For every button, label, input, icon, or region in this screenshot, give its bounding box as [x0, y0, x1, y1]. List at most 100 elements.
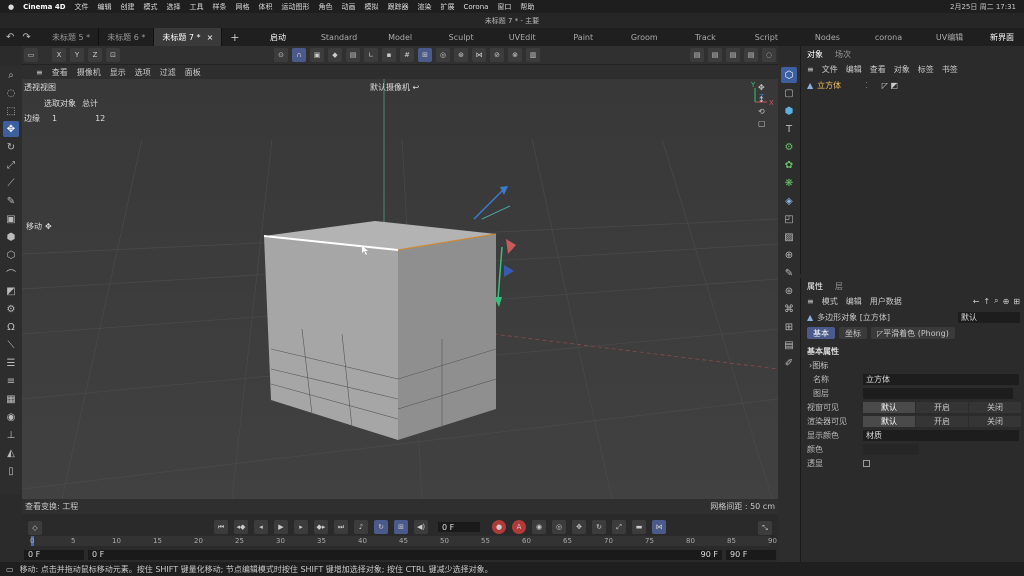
texture-mode-icon[interactable]: ▤	[346, 48, 360, 62]
layer-field[interactable]	[863, 387, 1013, 399]
next-frame-icon[interactable]: ▸	[294, 520, 308, 534]
corona-icon[interactable]: ◌	[762, 48, 776, 62]
bridge-icon[interactable]: ⌒	[3, 265, 19, 281]
close-icon[interactable]: ×	[207, 33, 214, 42]
light-icon[interactable]: ✎	[781, 265, 797, 281]
menu-item[interactable]: 帮助	[520, 2, 534, 12]
subtab-phong[interactable]: ◸ 平滑着色 (Phong)	[871, 327, 955, 339]
tag-icon[interactable]: ⌘	[781, 301, 797, 317]
viewport-maximize-icon[interactable]: ▢	[758, 119, 772, 128]
symmetry-icon[interactable]: ⋈	[472, 48, 486, 62]
objects-menu-item[interactable]: 文件	[822, 64, 838, 75]
layout-tab[interactable]: Script	[736, 28, 797, 46]
apple-icon[interactable]: ●	[8, 3, 14, 11]
picture-viewer-icon[interactable]: ▥	[526, 48, 540, 62]
lock-icon[interactable]: ⊕	[1003, 297, 1010, 306]
menu-lines-icon[interactable]: ≡	[807, 65, 814, 74]
render-off[interactable]: 关闭	[969, 415, 1021, 427]
viewport-pan-icon[interactable]: ✥	[758, 83, 772, 92]
ruler-icon[interactable]: ⊥	[3, 427, 19, 443]
viewport-menu-item[interactable]: 查看	[52, 67, 68, 78]
menu-item[interactable]: 模式	[144, 2, 158, 12]
menu-lines-icon[interactable]: ≡	[36, 68, 43, 77]
tab-objects[interactable]: 对象	[807, 49, 823, 60]
end-frame-field[interactable]: 90 F	[726, 549, 776, 560]
doc-tab-5[interactable]: 未标题 5 *	[44, 28, 100, 46]
viewport-zoom-icon[interactable]: ↕	[758, 95, 772, 104]
record-key-icon[interactable]: ●	[492, 520, 506, 534]
render-settings-icon[interactable]: ⊗	[508, 48, 522, 62]
viewport-toggle-icon[interactable]: ▭	[24, 48, 38, 62]
axis-z-button[interactable]: Z	[88, 48, 102, 62]
subtab-coords[interactable]: 坐标	[839, 327, 867, 339]
layout-tab[interactable]: Paint	[553, 28, 614, 46]
search-icon[interactable]: ⌕	[994, 296, 998, 306]
layout-tab[interactable]: Nodes	[797, 28, 858, 46]
tab-layers[interactable]: 层	[835, 281, 843, 292]
workplane-icon[interactable]: ∟	[364, 48, 378, 62]
menu-item[interactable]: Corona	[464, 3, 489, 11]
audio-icon[interactable]: ♪	[354, 520, 368, 534]
mograph-icon[interactable]: ✿	[781, 157, 797, 173]
key-selection-icon[interactable]: ◎	[552, 520, 566, 534]
timeline-expand-icon[interactable]: ⤡	[758, 521, 772, 535]
undo-icon[interactable]: ↶	[6, 32, 14, 43]
magnet-icon[interactable]: Ω	[3, 319, 19, 335]
scale-tool-icon[interactable]: ⤢	[3, 157, 19, 173]
subtab-basic[interactable]: 基本	[807, 327, 835, 339]
sculpt-icon[interactable]: ◭	[3, 445, 19, 461]
field-icon[interactable]: ◰	[781, 211, 797, 227]
script-icon[interactable]: ▤	[781, 337, 797, 353]
soft-select-icon[interactable]: ⊛	[454, 48, 468, 62]
layout-tab[interactable]: UV编辑	[919, 28, 980, 46]
viewport-menu-item[interactable]: 显示	[110, 67, 126, 78]
viewport-menu-item[interactable]: 过滤	[160, 67, 176, 78]
menu-item[interactable]: 动画	[342, 2, 356, 12]
menu-item[interactable]: 编辑	[98, 2, 112, 12]
layout-tab[interactable]: Model	[370, 28, 431, 46]
move-tool-icon[interactable]: ✥	[3, 121, 19, 137]
rotate-tool-icon[interactable]: ↻	[3, 139, 19, 155]
menu-item[interactable]: 选择	[167, 2, 181, 12]
menu-item[interactable]: 角色	[319, 2, 333, 12]
render-view-icon[interactable]: ▤	[690, 48, 704, 62]
key-scale-icon[interactable]: ⤢	[612, 520, 626, 534]
go-start-icon[interactable]: ⏮	[214, 520, 228, 534]
editor-off[interactable]: 关闭	[969, 401, 1021, 413]
record-icon[interactable]: ◉	[3, 409, 19, 425]
icon-row[interactable]: › 图标	[801, 358, 1024, 372]
axis-y-button[interactable]: Y	[70, 48, 84, 62]
timeline-key-icon[interactable]: ◇	[28, 521, 42, 535]
doc-tab-6[interactable]: 未标题 6 *	[99, 28, 155, 46]
start-frame-field[interactable]: 0 F	[24, 549, 84, 560]
go-end-icon[interactable]: ⏭	[334, 520, 348, 534]
guide-icon[interactable]: ⊘	[490, 48, 504, 62]
text-icon[interactable]: T	[781, 121, 797, 137]
layout-tab[interactable]: corona	[858, 28, 919, 46]
viewport-menu-item[interactable]: 摄像机	[77, 67, 101, 78]
menu-mode[interactable]: 模式	[822, 296, 838, 307]
menu-item[interactable]: 网格	[236, 2, 250, 12]
grid-icon[interactable]: #	[400, 48, 414, 62]
app-menu[interactable]: Cinema 4D	[23, 3, 65, 11]
key-param-icon[interactable]: ▬	[632, 520, 646, 534]
editor-default[interactable]: 默认	[863, 401, 915, 413]
menu-item[interactable]: 文件	[75, 2, 89, 12]
edit-icon[interactable]: ✐	[781, 355, 797, 371]
knife-icon[interactable]: ⟋	[3, 175, 19, 191]
phong-tag-icon[interactable]: ◸ ◩	[882, 81, 898, 90]
prev-key-icon[interactable]: ◂◆	[234, 520, 248, 534]
back-icon[interactable]: ←	[973, 297, 980, 306]
box-select-icon[interactable]: ⬚	[3, 103, 19, 119]
layout-tab[interactable]: UVEdit	[492, 28, 553, 46]
play-icon[interactable]: ▶	[274, 520, 288, 534]
sound-icon[interactable]: ◀)	[414, 520, 428, 534]
render-on[interactable]: 开启	[916, 415, 968, 427]
effector-icon[interactable]: ❋	[781, 175, 797, 191]
objects-menu-item[interactable]: 标签	[918, 64, 934, 75]
doc-tab-7[interactable]: 未标题 7 * ×	[154, 28, 223, 46]
viewport-rotate-icon[interactable]: ⟲	[758, 107, 772, 116]
layout-tab[interactable]: Track	[675, 28, 736, 46]
menu-userdata[interactable]: 用户数据	[870, 296, 902, 307]
key-rotation-icon[interactable]: ↻	[592, 520, 606, 534]
